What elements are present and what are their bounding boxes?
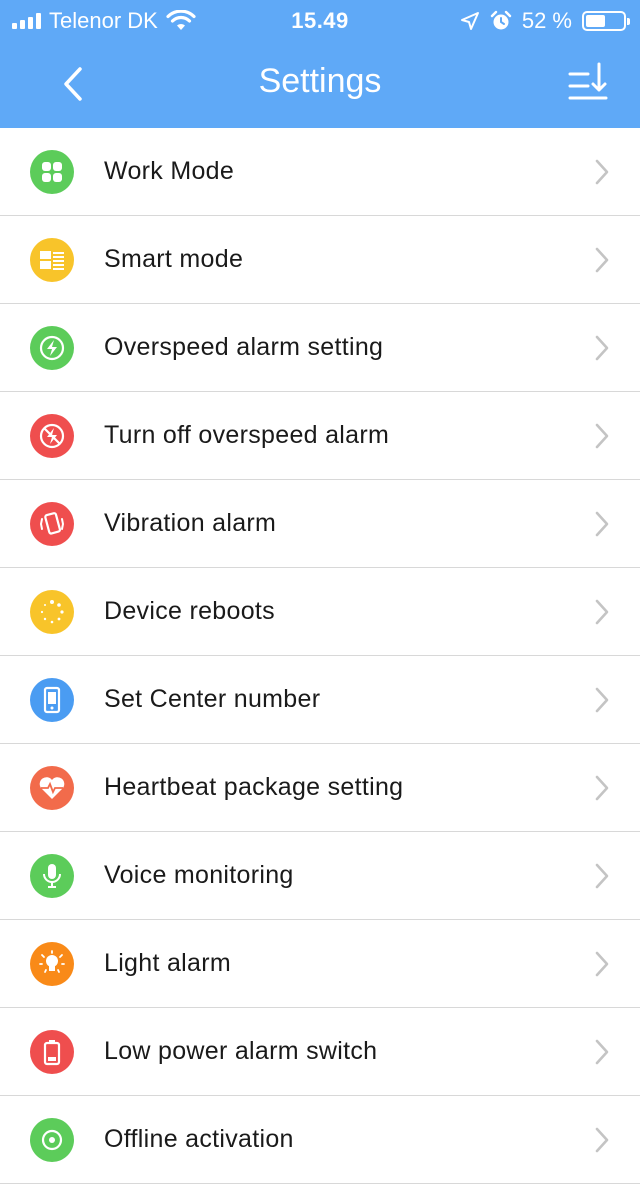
settings-item-turn-off-overspeed[interactable]: Turn off overspeed alarm <box>0 392 640 480</box>
mobile-phone-icon <box>30 678 74 722</box>
chevron-right-icon <box>595 599 609 625</box>
chevron-right-icon <box>595 775 609 801</box>
lightning-icon <box>30 326 74 370</box>
header-bar: Telenor DK 15.49 52 % Settings <box>0 0 640 128</box>
sort-download-icon <box>568 62 608 100</box>
settings-item-label: Set Center number <box>104 685 321 713</box>
apps-grid-icon <box>30 150 74 194</box>
light-bulb-icon <box>30 942 74 986</box>
loading-dots-icon <box>30 590 74 634</box>
settings-item-vibration-alarm[interactable]: Vibration alarm <box>0 480 640 568</box>
settings-item-label: Light alarm <box>104 949 231 977</box>
battery-percent: 52 % <box>521 8 572 33</box>
settings-item-device-reboots[interactable]: Device reboots <box>0 568 640 656</box>
sort-button[interactable] <box>566 60 610 104</box>
settings-item-center-number[interactable]: Set Center number <box>0 656 640 744</box>
lightning-off-icon <box>30 414 74 458</box>
chevron-right-icon <box>595 951 609 977</box>
page-title: Settings <box>258 62 382 100</box>
chevron-right-icon <box>595 863 609 889</box>
chevron-right-icon <box>595 1039 609 1065</box>
phone-vibrate-icon <box>30 502 74 546</box>
settings-item-voice-monitoring[interactable]: Voice monitoring <box>0 832 640 920</box>
smart-layout-icon <box>30 238 74 282</box>
chevron-right-icon <box>595 159 609 185</box>
chevron-right-icon <box>595 1127 609 1153</box>
battery-icon <box>582 11 630 31</box>
settings-item-offline-activation[interactable]: Offline activation <box>0 1096 640 1184</box>
settings-item-label: Smart mode <box>104 245 244 273</box>
chevron-right-icon <box>595 687 609 713</box>
settings-item-label: Heartbeat package setting <box>104 773 404 801</box>
status-right: 52 % <box>460 8 630 34</box>
chevron-right-icon <box>595 247 609 273</box>
settings-item-label: Vibration alarm <box>104 509 277 537</box>
chevron-right-icon <box>595 423 609 449</box>
settings-item-low-power-alarm[interactable]: Low power alarm switch <box>0 1008 640 1096</box>
settings-item-label: Turn off overspeed alarm <box>104 421 390 449</box>
settings-item-overspeed-alarm[interactable]: Overspeed alarm setting <box>0 304 640 392</box>
navigation-bar: Settings <box>0 40 640 128</box>
low-battery-icon <box>30 1030 74 1074</box>
settings-item-light-alarm[interactable]: Light alarm <box>0 920 640 1008</box>
settings-item-heartbeat[interactable]: Heartbeat package setting <box>0 744 640 832</box>
settings-item-work-mode[interactable]: Work Mode <box>0 128 640 216</box>
chevron-right-icon <box>595 335 609 361</box>
chevron-right-icon <box>595 511 609 537</box>
settings-item-smart-mode[interactable]: Smart mode <box>0 216 640 304</box>
settings-item-label: Voice monitoring <box>104 861 294 889</box>
offline-icon <box>30 1118 74 1162</box>
settings-item-label: Overspeed alarm setting <box>104 333 384 361</box>
settings-item-label: Work Mode <box>104 157 235 185</box>
battery-fill <box>586 15 605 27</box>
microphone-icon <box>30 854 74 898</box>
settings-item-label: Offline activation <box>104 1125 294 1153</box>
heartbeat-icon <box>30 766 74 810</box>
settings-item-label: Low power alarm switch <box>104 1037 378 1065</box>
alarm-clock-icon <box>490 10 512 30</box>
settings-list: Work Mode Smart mode Overspeed alarm set… <box>0 128 640 1184</box>
location-arrow-icon <box>460 12 479 30</box>
settings-item-label: Device reboots <box>104 597 275 625</box>
status-bar: Telenor DK 15.49 52 % <box>0 0 640 40</box>
